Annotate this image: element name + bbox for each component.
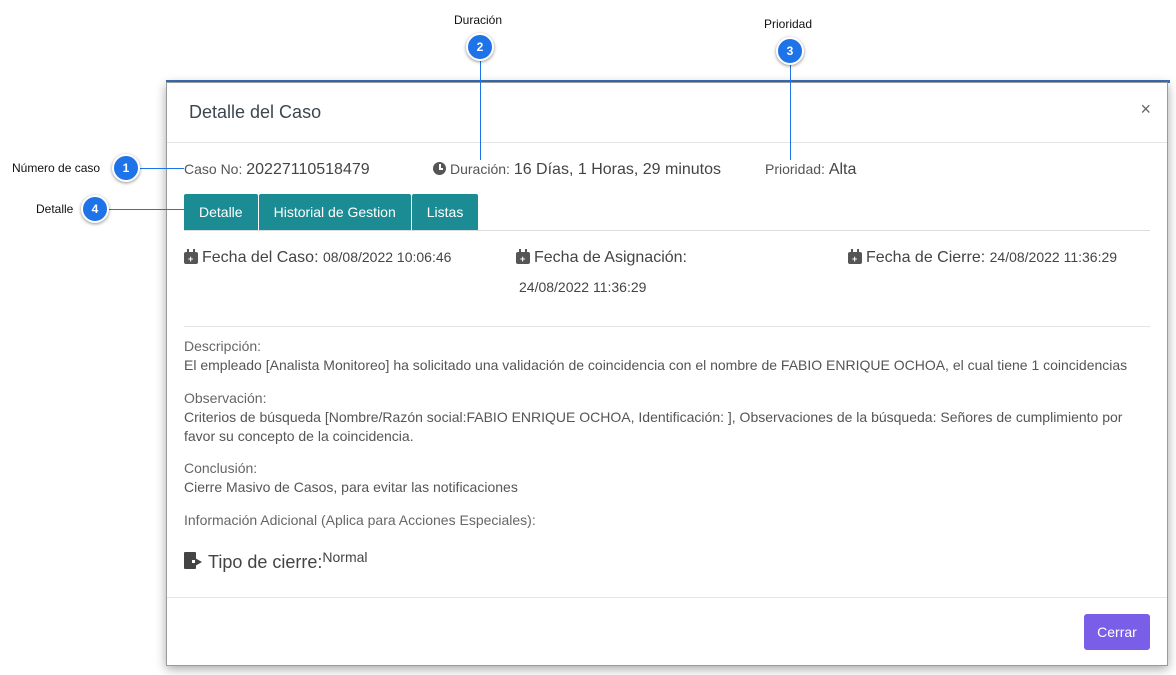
calendar-plus-icon: + — [848, 249, 862, 264]
close-date: + Fecha de Cierre: 24/08/2022 11:36:29 — [848, 249, 1117, 267]
callout-badge-3: 3 — [776, 37, 804, 65]
callout-badge-2: 2 — [466, 33, 494, 61]
callout-leader-3 — [790, 64, 791, 160]
callout-label-detalle: Detalle — [36, 202, 74, 216]
conclusion-text: Cierre Masivo de Casos, para evitar las … — [184, 479, 518, 495]
case-number-value: 20227110518479 — [246, 161, 370, 178]
tab-divider — [184, 230, 1150, 231]
priority-value: Alta — [828, 161, 857, 178]
footer-divider — [167, 597, 1167, 598]
modal-header: Detalle del Caso × — [167, 83, 1167, 143]
close-date-label: Fecha de Cierre: — [866, 249, 986, 266]
file-export-icon — [184, 552, 204, 570]
calendar-plus-icon: + — [184, 249, 198, 264]
close-icon[interactable]: × — [1140, 99, 1151, 120]
callout-label-case-number: Número de caso — [12, 161, 101, 175]
case-info-row: Caso No: 20227110518479 Duración: 16 Día… — [184, 161, 1144, 183]
assign-date-label: Fecha de Asignación: — [534, 249, 687, 266]
case-date: + Fecha del Caso: 08/08/2022 10:06:46 — [184, 249, 451, 267]
closure-type-value: Normal — [322, 549, 368, 565]
callout-label-duration: Duración — [454, 13, 503, 27]
case-duration: Duración: 16 Días, 1 Horas, 29 minutos — [433, 161, 721, 179]
callout-leader-2 — [480, 60, 481, 160]
observation-section: Observación: Criterios de búsqueda [Nomb… — [184, 389, 1144, 446]
conclusion-section: Conclusión: Cierre Masivo de Casos, para… — [184, 459, 1144, 497]
conclusion-label: Conclusión: — [184, 460, 258, 476]
clock-icon — [433, 162, 446, 175]
dates-row: + Fecha del Caso: 08/08/2022 10:06:46 + Fe… — [184, 249, 1150, 309]
callout-badge-4: 4 — [81, 195, 109, 223]
tab-listas[interactable]: Listas — [411, 194, 479, 230]
case-date-label: Fecha del Caso: — [202, 249, 319, 266]
description-text: El empleado [Analista Monitoreo] ha soli… — [184, 357, 1128, 373]
callout-leader-4 — [107, 209, 184, 210]
assign-date-value: 24/08/2022 11:36:29 — [519, 279, 647, 295]
case-detail-modal: Detalle del Caso × Caso No: 202271105184… — [166, 82, 1168, 666]
tab-detalle[interactable]: Detalle — [184, 194, 258, 230]
close-date-value: 24/08/2022 11:36:29 — [989, 249, 1118, 265]
section-divider — [184, 326, 1150, 327]
callout-label-priority: Prioridad — [764, 17, 813, 31]
case-priority: Prioridad: Alta — [765, 161, 856, 179]
closure-type-label: Tipo de cierre: — [208, 552, 323, 572]
description-label: Descripción: — [184, 338, 262, 354]
duration-label: Duración: — [450, 161, 510, 177]
description-section: Descripción: El empleado [Analista Monit… — [184, 337, 1144, 375]
tab-historial[interactable]: Historial de Gestion — [258, 194, 411, 230]
additional-info-label: Información Adicional (Aplica para Accio… — [184, 512, 536, 528]
case-date-value: 08/08/2022 10:06:46 — [322, 249, 452, 265]
observation-label: Observación: — [184, 390, 267, 406]
tab-bar: Detalle Historial de Gestion Listas — [184, 194, 479, 230]
calendar-plus-icon: + — [516, 249, 530, 264]
additional-info-section: Información Adicional (Aplica para Accio… — [184, 511, 1144, 530]
callout-leader-1 — [138, 168, 184, 169]
callout-badge-1: 1 — [112, 154, 140, 182]
closure-type: Tipo de cierre:Normal — [184, 549, 368, 573]
duration-value: 16 Días, 1 Horas, 29 minutos — [513, 161, 722, 178]
case-number-label: Caso No: — [184, 161, 243, 177]
priority-label: Prioridad: — [765, 161, 825, 177]
close-button[interactable]: Cerrar — [1084, 614, 1150, 650]
observation-text: Criterios de búsqueda [Nombre/Razón soci… — [184, 409, 1123, 444]
assign-date: + Fecha de Asignación: — [516, 249, 687, 267]
modal-title: Detalle del Caso — [189, 102, 322, 122]
case-number: Caso No: 20227110518479 — [184, 161, 370, 179]
